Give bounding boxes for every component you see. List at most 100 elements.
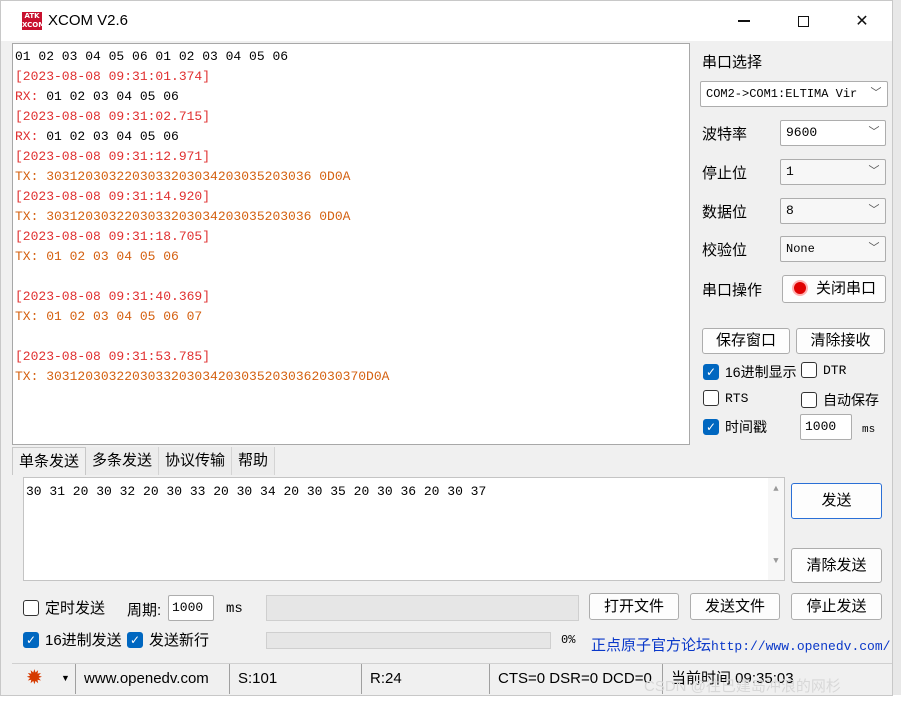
close-port-button[interactable]: 关闭串口 bbox=[782, 275, 886, 303]
minimize-button[interactable] bbox=[721, 5, 767, 37]
maximize-button[interactable] bbox=[780, 5, 826, 37]
check-icon: ✓ bbox=[127, 631, 143, 648]
forum-text: 正点原子官方论坛 bbox=[591, 637, 712, 654]
tab-protocol[interactable]: 协议传输 bbox=[159, 447, 233, 475]
baud-label: 波特率 bbox=[702, 126, 748, 143]
send-textarea[interactable]: 30 31 20 30 32 20 30 33 20 30 34 20 30 3… bbox=[23, 477, 785, 581]
timed-send-checkbox[interactable]: 定时发送 bbox=[23, 597, 105, 618]
close-button[interactable]: ✕ bbox=[839, 5, 885, 37]
port-select[interactable]: COM2->COM1:ELTIMA Vir ﹀ bbox=[700, 81, 888, 107]
minimize-icon bbox=[738, 20, 750, 22]
port-label: 串口选择 bbox=[702, 54, 763, 71]
check-icon: ✓ bbox=[703, 419, 719, 435]
auto-save-checkbox[interactable]: 自动保存 bbox=[801, 390, 879, 410]
timestamp-checkbox[interactable]: ✓ 时间戳 bbox=[703, 417, 767, 437]
tab-single-send[interactable]: 单条发送 bbox=[12, 447, 87, 475]
receive-line: TX: 303120303220303320303420303520303620… bbox=[15, 369, 390, 384]
close-port-label: 关闭串口 bbox=[815, 280, 876, 297]
desktop-background-bottom bbox=[0, 695, 901, 704]
parity-label: 校验位 bbox=[702, 242, 748, 259]
unchecked-box bbox=[703, 390, 719, 406]
receive-line: TX: 3031203032203033203034203035203036 0… bbox=[15, 209, 351, 224]
check-icon: ✓ bbox=[23, 631, 39, 648]
baud-select[interactable]: 9600 ﹀ bbox=[780, 120, 886, 146]
scroll-up-icon: ▲ bbox=[773, 484, 779, 494]
receive-line: RX: 01 02 03 04 05 06 bbox=[15, 129, 179, 144]
title-bar[interactable]: ATK XCOM XCOM V2.6 ✕ bbox=[1, 1, 892, 41]
unchecked-box bbox=[801, 362, 817, 378]
dtr-checkbox[interactable]: DTR bbox=[801, 362, 846, 378]
close-icon: ✕ bbox=[855, 13, 869, 30]
hex-display-checkbox[interactable]: ✓ 16进制显示 bbox=[703, 362, 797, 382]
port-value: COM2->COM1:ELTIMA Vir bbox=[706, 87, 858, 101]
port-operation-label: 串口操作 bbox=[702, 282, 763, 299]
auto-save-label: 自动保存 bbox=[823, 392, 879, 408]
baud-value: 9600 bbox=[786, 125, 818, 140]
stop-send-button[interactable]: 停止发送 bbox=[791, 593, 882, 620]
chevron-down-icon: ﹀ bbox=[868, 243, 880, 255]
unchecked-box bbox=[801, 392, 817, 408]
desktop-background-right bbox=[893, 0, 901, 704]
clear-receive-button[interactable]: 清除接收 bbox=[796, 328, 885, 354]
dtr-label: DTR bbox=[823, 362, 847, 378]
timestamp-interval-input[interactable]: 1000 bbox=[800, 414, 852, 440]
gear-icon[interactable]: ✹ bbox=[26, 668, 43, 688]
data-bits-label: 数据位 bbox=[702, 204, 748, 221]
stop-bits-value: 1 bbox=[786, 164, 794, 179]
xcom-window: ATK XCOM XCOM V2.6 ✕ 01 02 03 04 05 06 01… bbox=[0, 0, 893, 696]
chevron-down-icon: ﹀ bbox=[870, 88, 882, 100]
status-sent-count: S:101 bbox=[229, 664, 361, 694]
check-icon: ✓ bbox=[703, 364, 719, 380]
parity-select[interactable]: None ﹀ bbox=[780, 236, 886, 262]
rts-checkbox[interactable]: RTS bbox=[703, 390, 748, 406]
receive-line: [2023-08-08 09:31:40.369] bbox=[15, 289, 211, 304]
app-logo-icon: ATK XCOM bbox=[22, 12, 46, 30]
status-url[interactable]: www.openedv.com bbox=[75, 664, 229, 694]
send-newline-checkbox[interactable]: ✓ 发送新行 bbox=[127, 629, 209, 650]
receive-line: [2023-08-08 09:31:01.374] bbox=[15, 69, 211, 84]
forum-link[interactable]: 正点原子官方论坛http://www.openedv.com/ bbox=[591, 634, 890, 655]
window-title: XCOM V2.6 bbox=[48, 12, 129, 29]
chevron-down-icon[interactable]: ▼ bbox=[61, 673, 70, 683]
tab-multi-send[interactable]: 多条发送 bbox=[86, 447, 160, 475]
save-window-button[interactable]: 保存窗口 bbox=[702, 328, 790, 354]
receive-line: [2023-08-08 09:31:12.971] bbox=[15, 149, 211, 164]
timed-send-label: 定时发送 bbox=[45, 600, 106, 617]
stop-bits-label: 停止位 bbox=[702, 165, 748, 182]
forum-url: http://www.openedv.com/ bbox=[711, 639, 891, 654]
receive-line: TX: 01 02 03 04 05 06 bbox=[15, 249, 179, 264]
send-button[interactable]: 发送 bbox=[791, 483, 882, 519]
data-bits-select[interactable]: 8 ﹀ bbox=[780, 198, 886, 224]
send-file-button[interactable]: 发送文件 bbox=[690, 593, 780, 620]
hex-send-label: 16进制发送 bbox=[45, 632, 122, 649]
data-bits-value: 8 bbox=[786, 203, 794, 218]
hex-send-checkbox[interactable]: ✓ 16进制发送 bbox=[23, 629, 122, 650]
open-file-button[interactable]: 打开文件 bbox=[589, 593, 679, 620]
send-scrollbar[interactable]: ▲ ▼ bbox=[768, 478, 784, 580]
maximize-icon bbox=[797, 15, 809, 27]
receive-line bbox=[15, 327, 687, 347]
record-icon bbox=[791, 280, 808, 296]
chevron-down-icon: ﹀ bbox=[868, 166, 880, 178]
receive-line: [2023-08-08 09:31:02.715] bbox=[15, 109, 211, 124]
status-received-count: R:24 bbox=[361, 664, 489, 694]
receive-line: TX: 01 02 03 04 05 06 07 bbox=[15, 309, 203, 324]
stop-bits-select[interactable]: 1 ﹀ bbox=[780, 159, 886, 185]
send-content: 30 31 20 30 32 20 30 33 20 30 34 20 30 3… bbox=[26, 484, 487, 499]
hex-display-label: 16进制显示 bbox=[725, 364, 797, 380]
receive-textarea[interactable]: 01 02 03 04 05 06 01 02 03 04 05 06 [2023… bbox=[12, 43, 690, 445]
clear-send-button[interactable]: 清除发送 bbox=[791, 548, 882, 583]
period-input[interactable]: 1000 bbox=[168, 595, 214, 621]
tab-help[interactable]: 帮助 bbox=[232, 447, 276, 475]
send-progress-percent: 0% bbox=[561, 633, 576, 647]
receive-line: [2023-08-08 09:31:53.785] bbox=[15, 349, 211, 364]
send-newline-label: 发送新行 bbox=[149, 632, 210, 649]
settings-panel: 串口选择 COM2->COM1:ELTIMA Vir ﹀ 波特率 9600 ﹀ 停止… bbox=[696, 43, 892, 445]
receive-line bbox=[15, 267, 687, 287]
chevron-down-icon: ﹀ bbox=[868, 205, 880, 217]
parity-value: None bbox=[786, 242, 815, 256]
receive-line: TX: 3031203032203033203034203035203036 0… bbox=[15, 169, 351, 184]
timestamp-label: 时间戳 bbox=[725, 419, 767, 435]
timestamp-unit: ms bbox=[862, 424, 876, 436]
period-label: 周期: bbox=[127, 602, 162, 619]
